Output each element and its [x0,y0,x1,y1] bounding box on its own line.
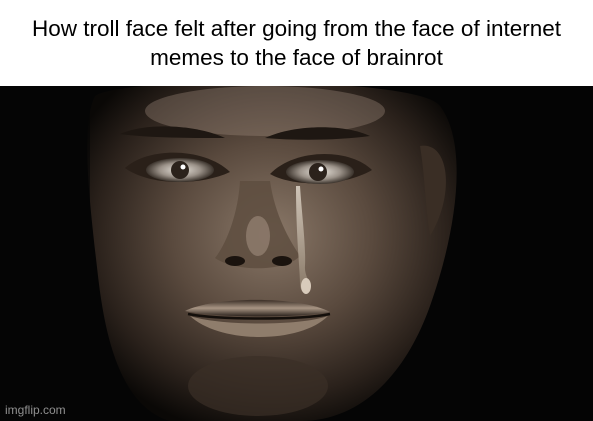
right-iris [309,163,327,181]
left-nostril [225,256,245,266]
nose-highlight [246,216,270,256]
crying-face-illustration [0,86,593,421]
meme-image: imgflip.com [0,86,593,421]
meme-caption: How troll face felt after going from the… [0,0,593,86]
left-eye-glint [180,164,186,170]
imgflip-watermark: imgflip.com [5,403,66,417]
tear-drop [301,278,311,294]
chin [188,356,328,416]
right-nostril [272,256,292,266]
left-iris [171,161,189,179]
right-eye-glint [318,166,324,172]
